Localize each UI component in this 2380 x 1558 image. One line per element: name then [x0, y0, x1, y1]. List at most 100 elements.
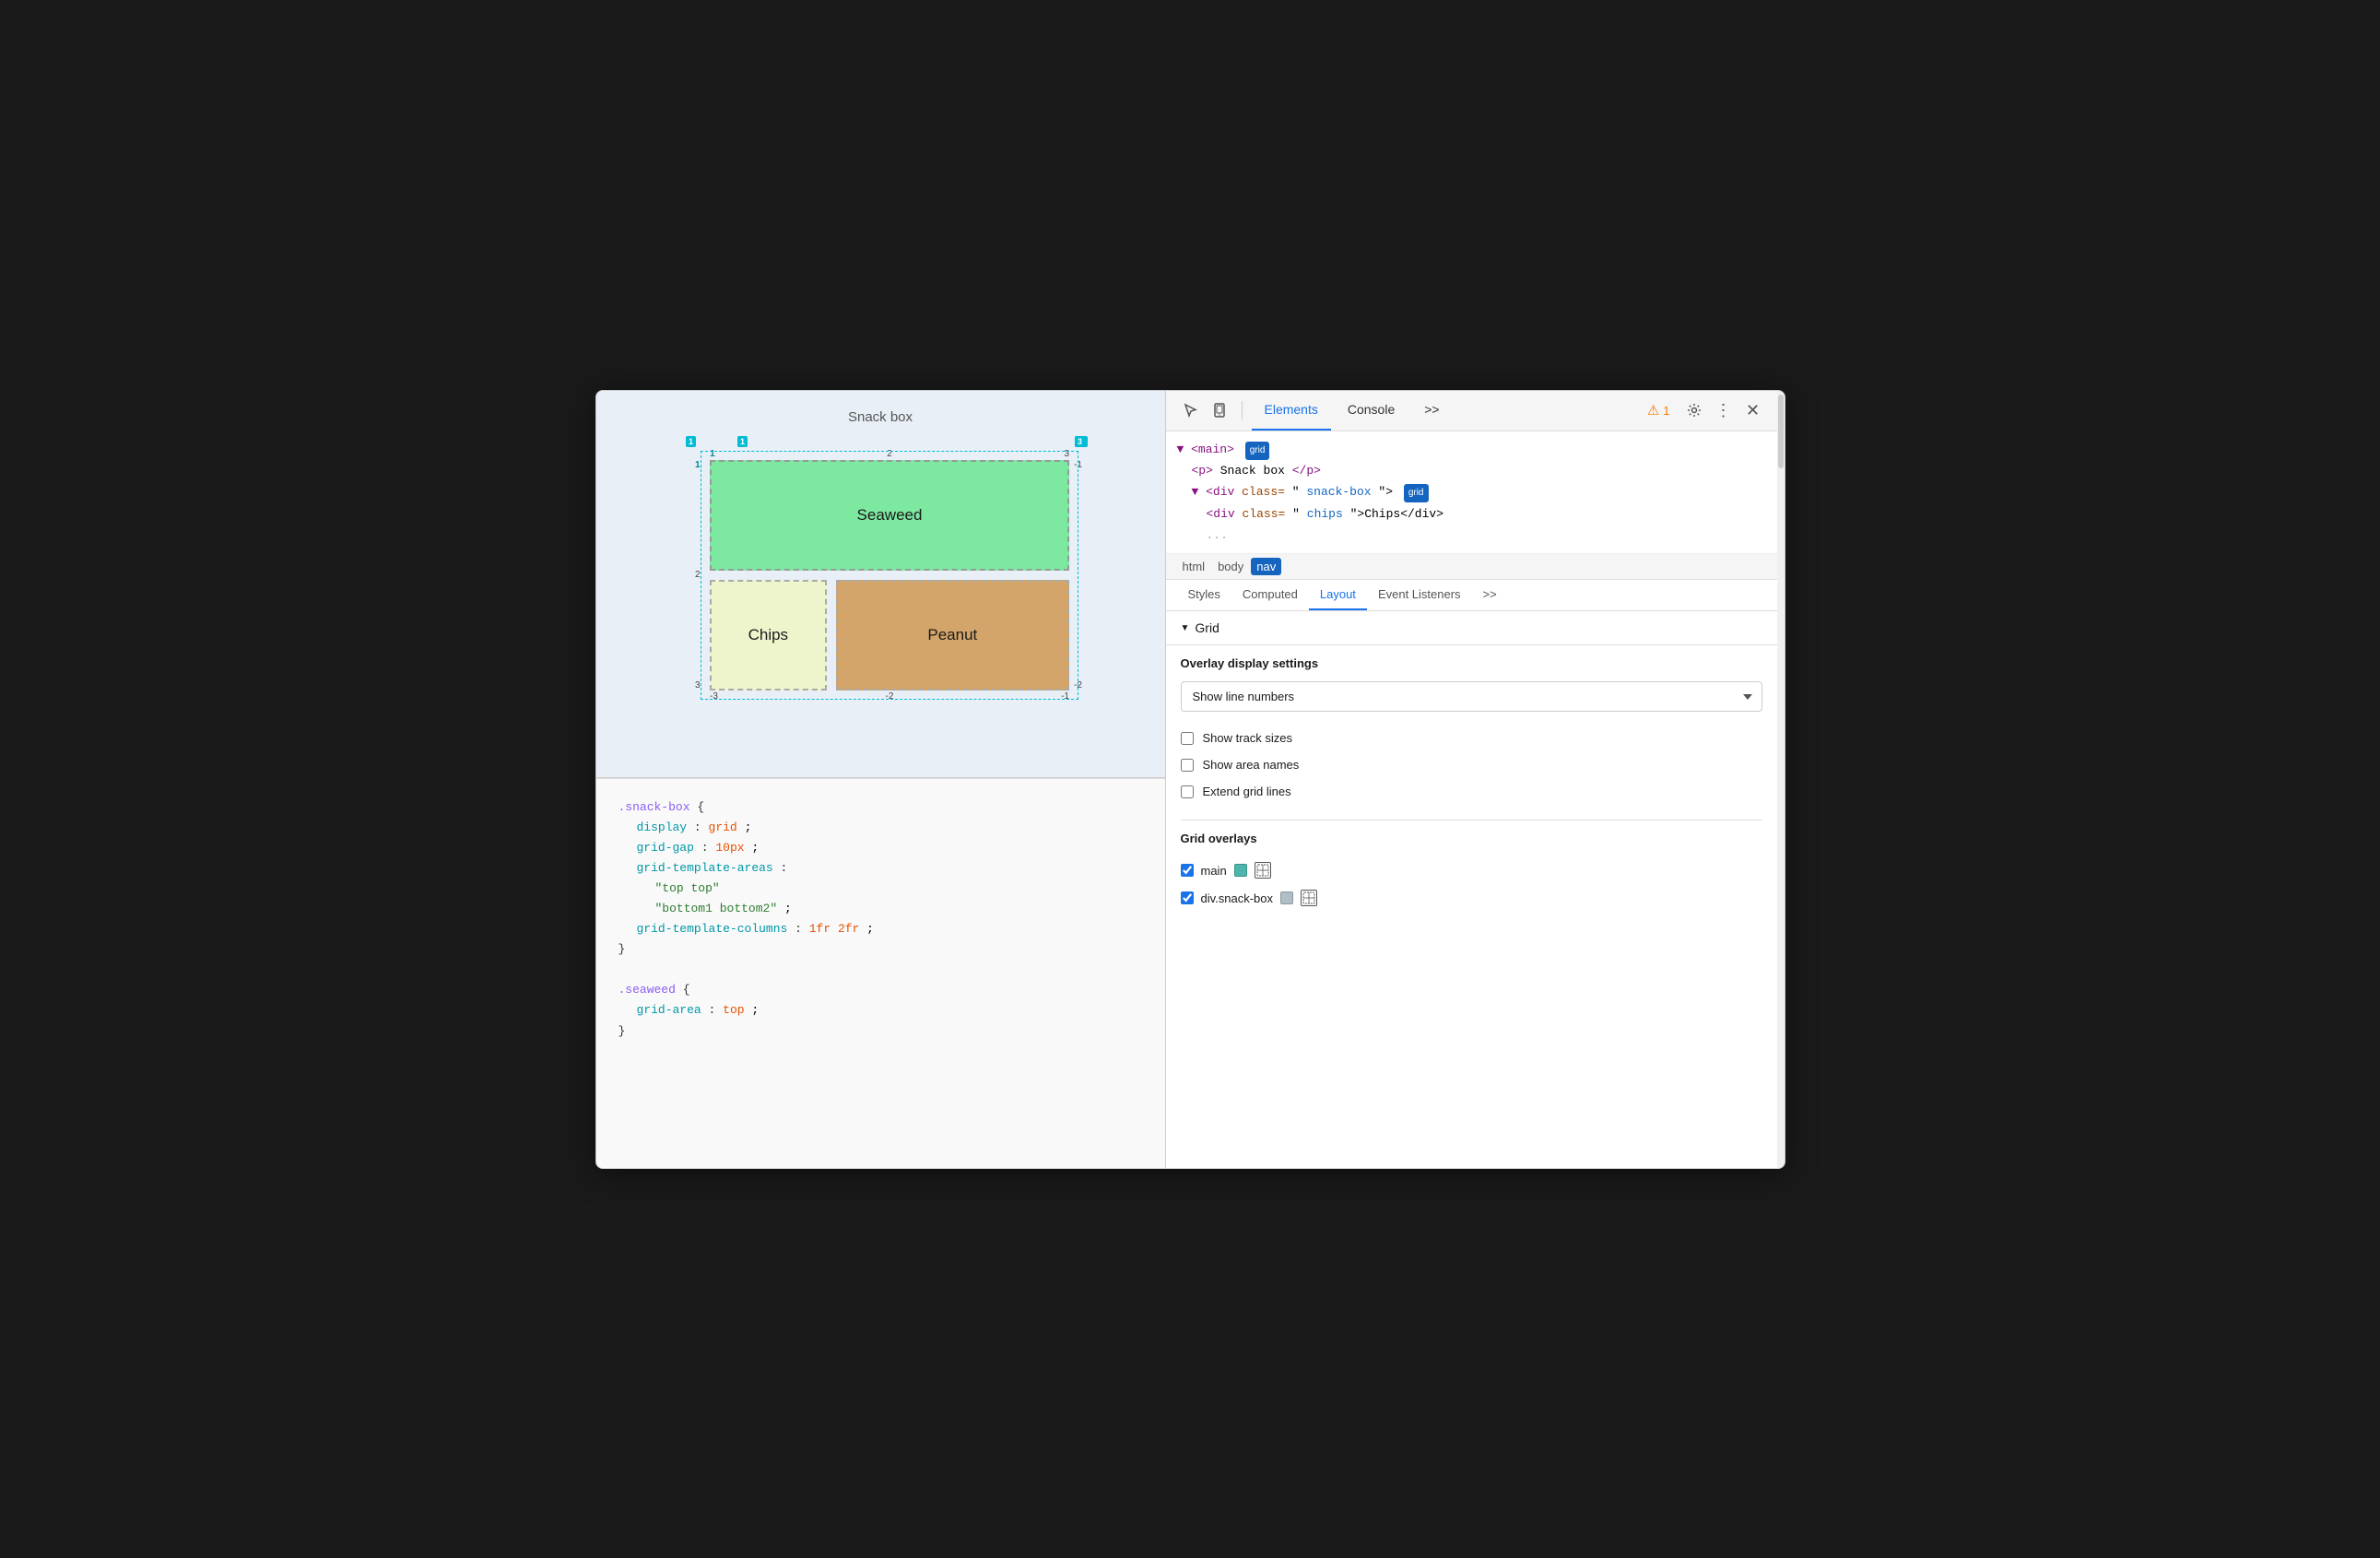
warning-icon: ⚠ — [1647, 402, 1659, 419]
overlay-main-row: main — [1181, 856, 1762, 884]
dom-line-main: ▼ <main> grid — [1177, 439, 1766, 460]
top-num-2: 2 — [887, 449, 892, 459]
device-button[interactable] — [1207, 397, 1232, 423]
left-num-1: 1 — [695, 460, 701, 470]
checkbox-area-names: Show area names — [1181, 751, 1762, 778]
bottom-num-neg2: -2 — [886, 691, 894, 702]
grid-section-title: Grid — [1195, 620, 1219, 635]
more-options-button[interactable]: ⋮ — [1711, 397, 1737, 423]
right-num-neg1: -1 — [1074, 460, 1082, 470]
dom-line-ellipsis: ... — [1177, 525, 1766, 546]
inspect-button[interactable] — [1177, 397, 1203, 423]
css-val-gap: 10px — [715, 841, 744, 855]
css-string-bottom: "bottom1 bottom2" — [655, 902, 778, 915]
breadcrumb-html[interactable]: html — [1177, 558, 1211, 575]
css-prop-display: display — [637, 820, 688, 834]
checkbox-track-sizes: Show track sizes — [1181, 725, 1762, 751]
snack-box-label: Snack box — [615, 409, 1147, 425]
main-overlay-label[interactable]: main — [1201, 864, 1227, 878]
grid-section-header[interactable]: ▼ Grid — [1166, 611, 1777, 644]
css-prop-gap: grid-gap — [637, 841, 694, 855]
grid-preview: Snack box 1 2 3 1 2 3 -1 -2 — [596, 391, 1165, 778]
tab-computed[interactable]: Computed — [1231, 580, 1309, 610]
left-numbers: 1 2 3 — [695, 460, 701, 690]
bottom-num-neg3: -3 — [710, 691, 718, 702]
overlay-settings-title: Overlay display settings — [1181, 656, 1762, 670]
breadcrumb-body[interactable]: body — [1212, 558, 1249, 575]
snack-box-overlay-checkbox[interactable] — [1181, 891, 1194, 904]
track-sizes-checkbox[interactable] — [1181, 732, 1194, 745]
extend-lines-label[interactable]: Extend grid lines — [1203, 785, 1291, 798]
cell-seaweed: Seaweed — [710, 460, 1069, 571]
main-grid-badge: grid — [1245, 442, 1270, 460]
right-panel: Elements Console >> ⚠ 1 ⋮ ✕ — [1166, 391, 1777, 1168]
close-button[interactable]: ✕ — [1740, 397, 1766, 423]
right-num-neg2: -2 — [1074, 680, 1082, 690]
extend-lines-checkbox[interactable] — [1181, 785, 1194, 798]
warning-count: 1 — [1663, 404, 1669, 418]
grid-chevron-icon: ▼ — [1181, 623, 1190, 633]
bottom-num-neg1: -1 — [1061, 691, 1069, 702]
dom-line-p: <p> Snack box </p> — [1177, 460, 1766, 481]
css-prop-area: grid-area — [637, 1003, 701, 1017]
left-panel: Snack box 1 2 3 1 2 3 -1 -2 — [596, 391, 1166, 1168]
top-num-1: 1 — [710, 449, 715, 459]
snack-box-grid-badge: grid — [1404, 484, 1429, 502]
tab-styles[interactable]: Styles — [1177, 580, 1231, 610]
right-numbers: -1 -2 — [1074, 460, 1082, 690]
area-names-label[interactable]: Show area names — [1203, 758, 1300, 772]
left-num-3: 3 — [695, 680, 701, 690]
warning-badge: ⚠ 1 — [1640, 400, 1678, 420]
tab-event-listeners[interactable]: Event Listeners — [1367, 580, 1472, 610]
top-num-3: 3 — [1064, 449, 1069, 459]
line-numbers-dropdown[interactable]: Show line numbers Show track sizes Show … — [1181, 681, 1762, 712]
bottom-numbers: -3 -2 -1 — [710, 691, 1069, 702]
dom-line-snack-box: ▼ <div class= " snack-box "> grid — [1177, 481, 1766, 502]
scrollbar-thumb[interactable] — [1778, 395, 1784, 468]
layout-panel: ▼ Grid Overlay display settings Show lin… — [1166, 611, 1777, 1167]
snack-box-overlay-label[interactable]: div.snack-box — [1201, 891, 1274, 905]
right-scrollbar — [1777, 391, 1785, 1168]
css-val-top: top — [723, 1003, 744, 1017]
dom-line-chips: <div class= " chips ">Chips</div> — [1177, 503, 1766, 525]
top-numbers: 1 2 3 — [710, 449, 1069, 459]
breadcrumb: html body nav — [1166, 554, 1777, 580]
checkbox-extend-lines: Extend grid lines — [1181, 778, 1762, 805]
breadcrumb-nav[interactable]: nav — [1251, 558, 1281, 575]
css-val-grid: grid — [709, 820, 737, 834]
tab-more[interactable]: >> — [1472, 580, 1508, 610]
overlays-title: Grid overlays — [1181, 832, 1762, 845]
left-num-2: 2 — [695, 570, 701, 580]
grid-container: 1 2 3 1 2 3 -1 -2 -3 -2 — [682, 432, 1078, 718]
tab-layout[interactable]: Layout — [1309, 580, 1367, 610]
css-prop-columns: grid-template-columns — [637, 922, 788, 936]
overlay-settings-section: Overlay display settings Show line numbe… — [1166, 645, 1777, 820]
toolbar-divider-1 — [1242, 401, 1243, 419]
toolbar: Elements Console >> ⚠ 1 ⋮ ✕ — [1166, 391, 1777, 431]
overlay-snack-box-row: div.snack-box — [1181, 884, 1762, 912]
console-tab[interactable]: Console — [1335, 391, 1408, 431]
main-overlay-checkbox[interactable] — [1181, 864, 1194, 877]
main-color-swatch[interactable] — [1234, 864, 1247, 877]
area-names-checkbox[interactable] — [1181, 759, 1194, 772]
main-overlay-icon[interactable] — [1255, 862, 1271, 879]
dropdown-row: Show line numbers Show track sizes Show … — [1181, 681, 1762, 712]
snack-box-color-swatch[interactable] — [1280, 891, 1293, 904]
sidebar-tabs: Styles Computed Layout Event Listeners >… — [1166, 580, 1777, 611]
css-class-snack-box: .snack-box — [619, 800, 690, 814]
css-prop-areas: grid-template-areas — [637, 861, 773, 875]
cell-peanut: Peanut — [836, 580, 1069, 690]
css-class-seaweed: .seaweed — [619, 983, 676, 997]
more-tabs-btn[interactable]: >> — [1411, 391, 1452, 431]
css-string-top: "top top" — [655, 881, 720, 895]
snack-box-grid: Seaweed Chips Peanut — [710, 460, 1069, 690]
track-sizes-label[interactable]: Show track sizes — [1203, 731, 1293, 745]
elements-tab[interactable]: Elements — [1252, 391, 1331, 431]
cell-chips: Chips — [710, 580, 827, 690]
snack-box-overlay-icon[interactable] — [1301, 890, 1317, 906]
dom-tree: ▼ <main> grid <p> Snack box </p> ▼ <div … — [1166, 431, 1777, 555]
css-val-columns: 1fr 2fr — [809, 922, 860, 936]
settings-button[interactable] — [1681, 397, 1707, 423]
devtools-window: Snack box 1 2 3 1 2 3 -1 -2 — [595, 390, 1785, 1169]
code-panel: .snack-box { display : grid ; grid-gap :… — [596, 778, 1165, 1168]
